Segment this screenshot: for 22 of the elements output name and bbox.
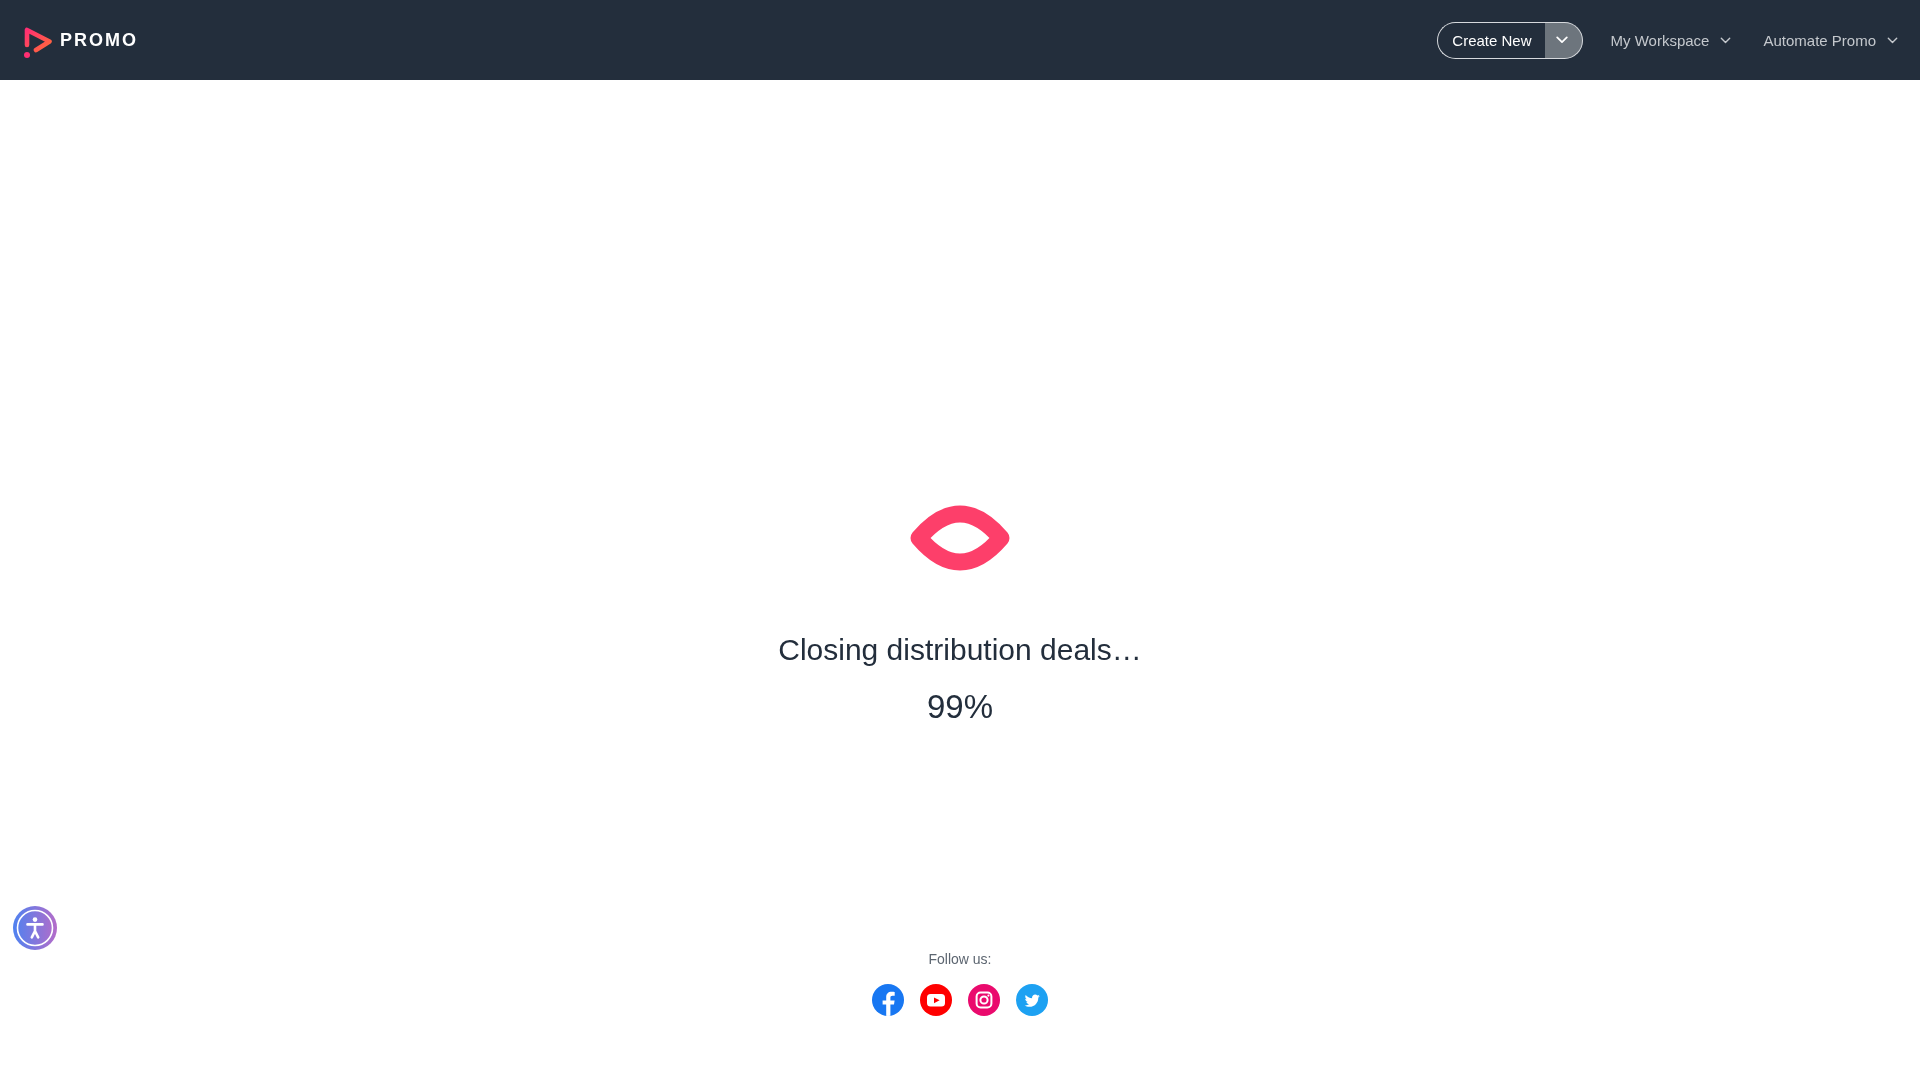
accessibility-icon bbox=[13, 906, 57, 950]
twitter-icon bbox=[1016, 984, 1048, 1016]
facebook-icon bbox=[872, 984, 904, 1016]
caret-icon bbox=[1887, 36, 1898, 44]
dropdown-toggle[interactable] bbox=[1544, 21, 1583, 59]
facebook-link[interactable] bbox=[872, 984, 904, 1016]
youtube-icon bbox=[920, 984, 952, 1016]
instagram-icon bbox=[968, 984, 1000, 1016]
progress-percent: 99% bbox=[926, 687, 994, 727]
nav-menu[interactable]: Automate Promo bbox=[1763, 31, 1898, 49]
youtube-link[interactable] bbox=[920, 984, 952, 1016]
create-new-button[interactable]: Create New bbox=[1437, 21, 1545, 59]
instagram-link[interactable] bbox=[968, 984, 1000, 1016]
twitter-link[interactable] bbox=[1016, 984, 1048, 1016]
caret-icon bbox=[1720, 36, 1732, 44]
caret-icon bbox=[1555, 36, 1568, 44]
accessibility-button[interactable] bbox=[13, 906, 57, 950]
logo-text: PROMO bbox=[60, 29, 138, 51]
nav-menu[interactable]: My Workspace bbox=[1610, 31, 1732, 49]
logo-icon bbox=[23, 27, 53, 59]
loading-message: Closing distribution deals… bbox=[778, 632, 1142, 668]
follow-label: Follow us: bbox=[928, 951, 992, 968]
